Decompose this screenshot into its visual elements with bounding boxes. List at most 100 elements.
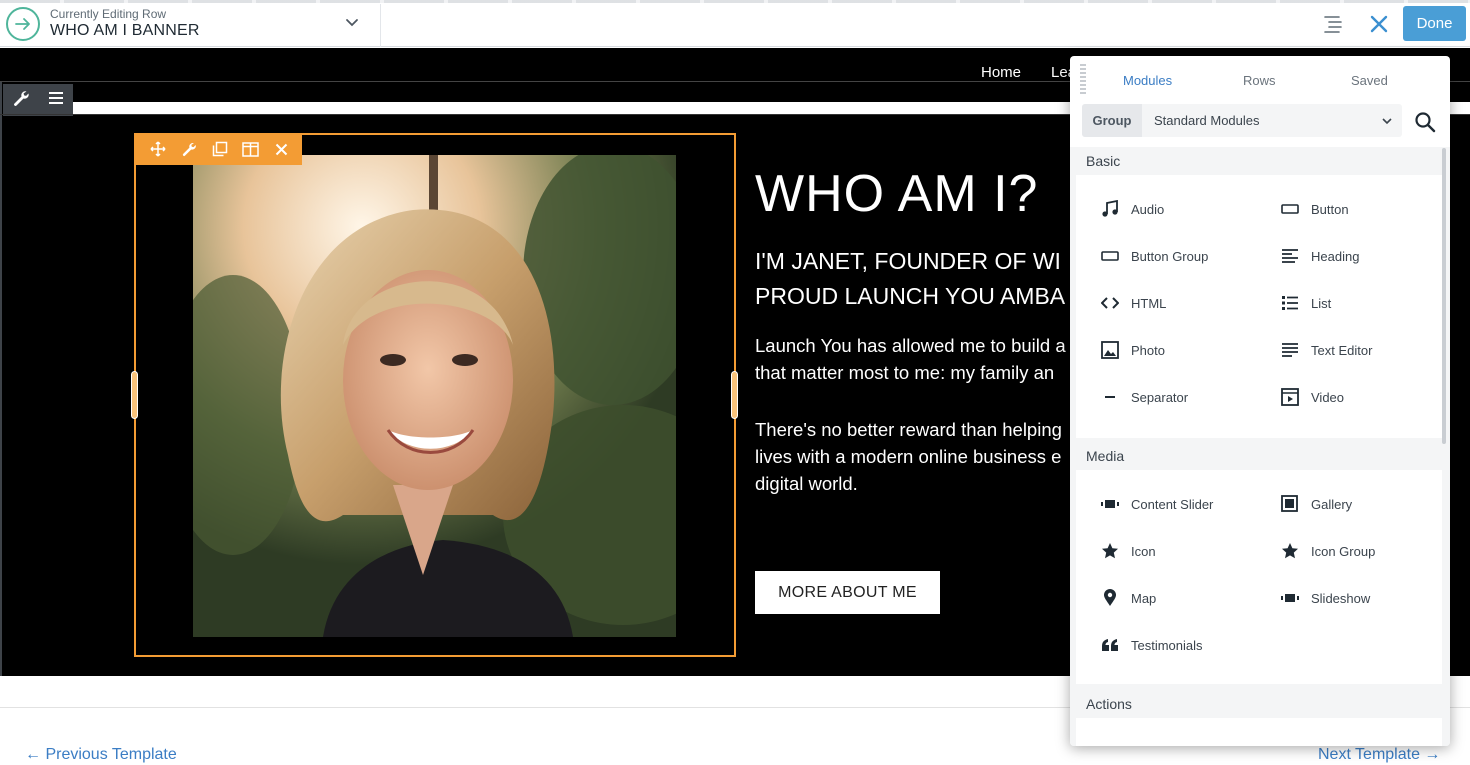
paragraph-line: that matter most to me: my family an (755, 362, 1055, 383)
module-label: Heading (1311, 248, 1360, 264)
module-testimonials[interactable]: Testimonials (1100, 633, 1203, 657)
editing-row-title[interactable]: WHO AM I BANNER (50, 22, 200, 40)
hero-subheading: I'M JANET, FOUNDER OF WI PROUD LAUNCH YO… (755, 244, 1075, 314)
content-slider-icon (1100, 494, 1120, 514)
hero-subheading-line: PROUD LAUNCH YOU AMBA (755, 283, 1066, 309)
module-button[interactable]: Button (1280, 197, 1349, 221)
module-label: Icon (1131, 543, 1156, 559)
close-icon[interactable] (1367, 12, 1391, 36)
quote-icon (1100, 635, 1120, 655)
module-label: HTML (1131, 295, 1167, 311)
duplicate-icon[interactable] (204, 133, 235, 165)
section-media: Content Slider Gallery Icon Icon Group M… (1076, 470, 1442, 684)
module-icon-group[interactable]: Icon Group (1280, 539, 1375, 563)
paragraph-line: digital world. (755, 473, 858, 494)
paragraph-line: Launch You has allowed me to build a (755, 335, 1066, 356)
module-label: List (1311, 295, 1332, 311)
module-label: Audio (1131, 201, 1165, 217)
module-audio[interactable]: Audio (1100, 197, 1164, 221)
heading-icon (1280, 246, 1300, 266)
module-label: Separator (1131, 389, 1189, 405)
module-label: Icon Group (1311, 543, 1376, 559)
search-icon[interactable] (1413, 110, 1437, 134)
columns-icon[interactable] (235, 133, 266, 165)
group-label: Group (1082, 104, 1142, 137)
tab-saved[interactable]: Saved (1351, 73, 1388, 88)
panel-tabs: Modules Rows Saved (1070, 56, 1450, 102)
row-border (0, 82, 2, 676)
module-label: Testimonials (1131, 637, 1203, 653)
panel-scrollbar[interactable] (1442, 148, 1446, 444)
tab-rows[interactable]: Rows (1243, 73, 1276, 88)
module-label: Photo (1131, 342, 1165, 358)
map-pin-icon (1100, 588, 1120, 608)
modules-panel: Modules Rows Saved Group Standard Module… (1070, 56, 1450, 746)
chevron-down-icon (1380, 114, 1394, 128)
list-icon (1280, 293, 1300, 313)
section-actions (1076, 718, 1442, 746)
group-selected-value: Standard Modules (1154, 113, 1260, 128)
section-basic: Audio Button Button Group Heading HTML L… (1076, 175, 1442, 438)
module-label: Text Editor (1311, 342, 1373, 358)
previous-template-link[interactable]: ← Previous Template (25, 746, 177, 764)
slideshow-icon (1280, 588, 1300, 608)
section-title-media: Media (1076, 442, 1135, 470)
paragraph-line: lives with a modern online business e (755, 446, 1062, 467)
module-map[interactable]: Map (1100, 586, 1156, 610)
module-text-editor[interactable]: Text Editor (1280, 338, 1372, 362)
paragraph-line: There's no better reward than helping (755, 419, 1062, 440)
row-toolbar (3, 84, 73, 116)
module-content-slider[interactable]: Content Slider (1100, 492, 1213, 516)
module-label: Button Group (1131, 248, 1209, 264)
currently-editing-label: Currently Editing Row (50, 7, 167, 21)
module-icon[interactable]: Icon (1100, 539, 1156, 563)
module-heading[interactable]: Heading (1280, 244, 1359, 268)
move-icon[interactable] (142, 133, 173, 165)
hero-paragraph-1: Launch You has allowed me to build a tha… (755, 332, 1075, 386)
more-about-me-button[interactable]: MORE ABOUT ME (755, 571, 940, 614)
module-slideshow[interactable]: Slideshow (1280, 586, 1370, 610)
wrench-icon[interactable] (173, 133, 204, 165)
column-resize-handle-left[interactable] (131, 371, 138, 419)
row-arrow-icon[interactable] (6, 7, 40, 41)
video-icon (1280, 387, 1300, 407)
group-select[interactable]: Group Standard Modules (1082, 104, 1402, 137)
module-label: Content Slider (1131, 496, 1214, 512)
section-title-actions: Actions (1076, 690, 1142, 718)
divider (380, 4, 381, 47)
module-label: Video (1311, 389, 1345, 405)
hamburger-icon[interactable] (48, 91, 64, 110)
separator-icon (1100, 387, 1120, 407)
close-icon[interactable] (266, 133, 297, 165)
module-html[interactable]: HTML (1100, 291, 1166, 315)
top-bar-stripe (0, 0, 1470, 3)
outline-list-icon[interactable] (1322, 13, 1346, 35)
column-highlight-frame (134, 133, 736, 657)
gallery-icon (1280, 494, 1300, 514)
module-label: Button (1311, 201, 1349, 217)
column-toolbar (134, 133, 302, 165)
chevron-down-icon[interactable] (343, 14, 361, 32)
module-list[interactable]: List (1280, 291, 1331, 315)
hero-subheading-line: I'M JANET, FOUNDER OF WI (755, 248, 1061, 274)
module-photo[interactable]: Photo (1100, 338, 1165, 362)
module-video[interactable]: Video (1280, 385, 1344, 409)
modules-scroll-area[interactable]: Basic Audio Button Button Group Heading (1070, 147, 1450, 746)
tab-modules[interactable]: Modules (1123, 73, 1172, 88)
text-editor-icon (1280, 340, 1300, 360)
nav-link-home[interactable]: Home (981, 64, 1021, 81)
module-label: Slideshow (1311, 590, 1371, 606)
module-label: Gallery (1311, 496, 1353, 512)
next-template-link[interactable]: Next Template → (1318, 746, 1440, 764)
module-separator[interactable]: Separator (1100, 385, 1188, 409)
module-button-group[interactable]: Button Group (1100, 244, 1208, 268)
button-icon (1280, 199, 1300, 219)
module-gallery[interactable]: Gallery (1280, 492, 1352, 516)
hero-heading: WHO AM I? (755, 165, 1039, 223)
wrench-icon[interactable] (12, 89, 30, 112)
code-icon (1100, 293, 1120, 313)
done-button[interactable]: Done (1403, 6, 1466, 41)
column-resize-handle-right[interactable] (731, 371, 738, 419)
module-label: Map (1131, 590, 1157, 606)
star-icon (1280, 541, 1300, 561)
